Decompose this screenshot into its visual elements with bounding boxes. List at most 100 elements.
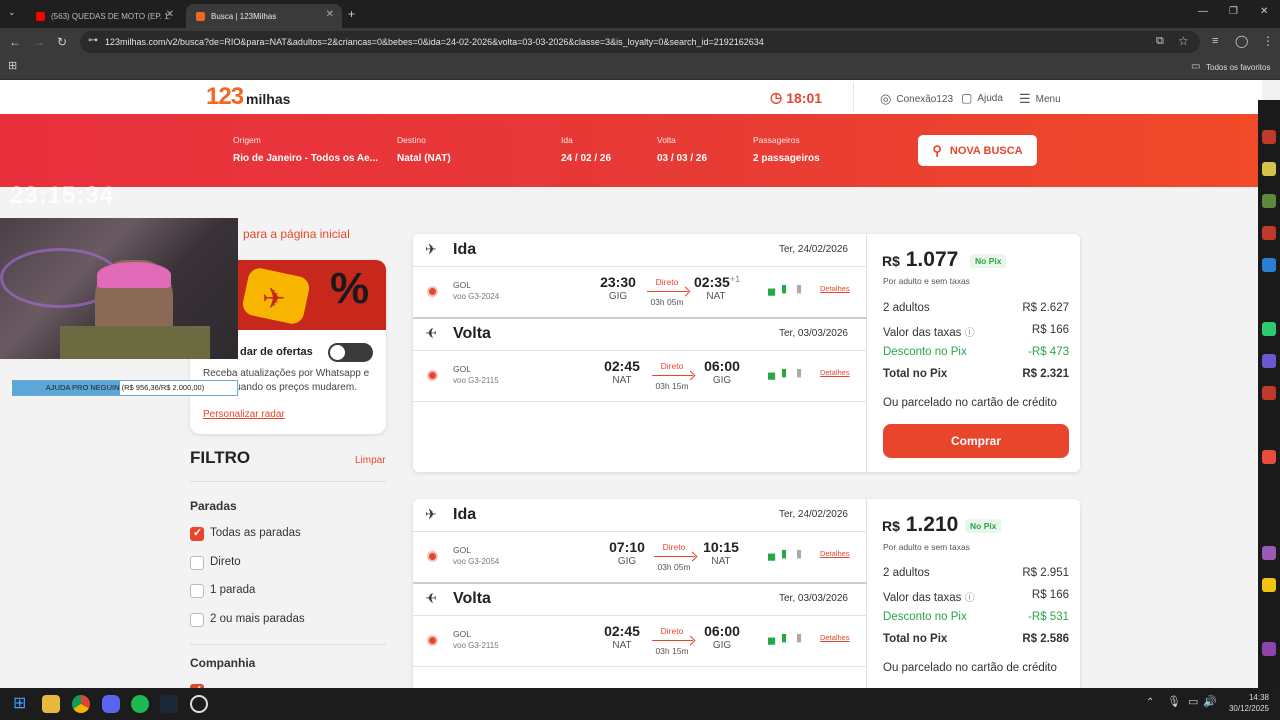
origem-label: Origem [233, 135, 261, 145]
back-icon[interactable]: ← [9, 36, 21, 48]
backpack-icon: ◼ [767, 635, 777, 647]
departure-airport: NAT [612, 375, 632, 386]
close-icon[interactable]: ✕ [326, 9, 334, 20]
limpar-filter-link[interactable]: Limpar [355, 455, 386, 466]
taxes-value: R$ 166 [1031, 324, 1069, 336]
checkbox-2-paradas[interactable] [190, 613, 204, 627]
app-icon [1262, 354, 1276, 368]
app-icon [1262, 386, 1276, 400]
all-bookmarks-link[interactable]: Todos os favoritos [1206, 63, 1270, 72]
profile-icon[interactable]: ◯ [1235, 35, 1248, 47]
logo[interactable]: 123 milhas [206, 83, 290, 111]
passageiros-value[interactable]: 2 passageiros [753, 153, 820, 164]
carry-on-icon: ▮ [781, 548, 788, 560]
chevron-up-icon[interactable]: ⌃ [1146, 698, 1154, 708]
new-tab-icon[interactable]: + [348, 8, 355, 20]
nav-menu[interactable]: ☰ Menu [1019, 91, 1061, 107]
ida-value[interactable]: 24 / 02 / 26 [561, 153, 611, 164]
maximize-icon[interactable]: ❐ [1229, 7, 1238, 17]
airline-name: GOL [453, 364, 471, 374]
nav-ajuda[interactable]: ▢ Ajuda [961, 91, 1003, 105]
header-divider [853, 82, 854, 112]
stream-side-panel [1258, 100, 1280, 688]
browser-tab-strip: ⌄ (563) QUEDAS DE MOTO (EP. 1: ✕ Busca |… [0, 0, 1280, 28]
flight-select-radio[interactable] [427, 635, 438, 646]
departure-airport: GIG [608, 291, 628, 302]
flight-select-radio[interactable] [427, 286, 438, 297]
checkbox-direto[interactable] [190, 556, 204, 570]
segment-date: Ter, 24/02/2026 [779, 244, 848, 255]
takeoff-icon: ✈ [425, 241, 437, 257]
toggle-knob [330, 345, 345, 360]
nova-busca-button[interactable]: ⚲ NOVA BUSCA [918, 135, 1037, 166]
taxes-label: Valor das taxas ⓘ [883, 324, 975, 339]
folder-icon: ▭ [1191, 61, 1201, 72]
total-value: R$ 2.321 [1022, 368, 1069, 380]
tab-youtube[interactable]: (563) QUEDAS DE MOTO (EP. 1: ✕ [26, 4, 182, 28]
checkbox-todas-paradas[interactable] [190, 526, 204, 541]
radar-toggle[interactable] [328, 343, 373, 362]
arrival-airport: GIG [712, 375, 732, 386]
reload-icon[interactable]: ↻ [57, 36, 67, 48]
discord-icon[interactable] [102, 695, 120, 713]
taxes-label-text: Valor das taxas [883, 327, 962, 339]
chrome-icon[interactable] [72, 695, 90, 713]
close-icon[interactable]: ✕ [166, 9, 174, 20]
forward-icon[interactable]: → [33, 36, 45, 48]
destino-value[interactable]: Natal (NAT) [397, 153, 451, 164]
percent-icon: % [330, 264, 370, 313]
nav-conexao123[interactable]: ◎ Conexão123 [880, 91, 953, 107]
microphone-icon[interactable]: 🎙 [1167, 697, 1181, 708]
spotify-icon[interactable] [131, 695, 149, 713]
flight-select-radio[interactable] [427, 370, 438, 381]
install-icon[interactable]: ⧉ [1156, 36, 1164, 47]
airline-name: GOL [453, 629, 471, 639]
price-per-adult: R$ 1.210 [882, 513, 958, 537]
minimize-icon[interactable]: — [1198, 7, 1208, 17]
back-to-home-link[interactable]: para a página inicial [243, 227, 350, 241]
radar-title: dar de ofertas [240, 346, 313, 358]
detalhes-link[interactable]: Detalhes [820, 633, 850, 642]
steam-icon[interactable] [160, 695, 178, 713]
more-menu-icon[interactable]: ⋮ [1262, 35, 1274, 47]
media-icon[interactable]: ≡ [1212, 36, 1218, 47]
departure-airport: NAT [612, 640, 632, 651]
currency: R$ [882, 253, 900, 269]
volta-value[interactable]: 03 / 03 / 26 [657, 153, 707, 164]
route-arrow [647, 291, 688, 292]
tab-search-icon[interactable]: ⌄ [8, 8, 16, 17]
apps-icon[interactable]: ⊞ [8, 61, 17, 72]
flight-select-radio[interactable] [427, 551, 438, 562]
checkbox-1-parada[interactable] [190, 584, 204, 598]
segment-title: Ida [453, 506, 477, 523]
filter-title: FILTRO [190, 448, 251, 467]
personalizar-radar-link[interactable]: Personalizar radar [203, 409, 285, 420]
tab-123milhas[interactable]: Busca | 123Milhas ✕ [186, 4, 342, 28]
arrival-airport: NAT [706, 291, 726, 302]
taskbar-clock[interactable]: 14:38 30/12/2025 [1215, 692, 1269, 714]
bookmark-star-icon[interactable]: ☆ [1178, 35, 1189, 47]
origem-value[interactable]: Rio de Janeiro - Todos os Ae... [233, 153, 378, 164]
carry-on-icon: ▮ [781, 283, 788, 295]
windows-start-icon[interactable]: ⊞ [13, 695, 31, 713]
obs-icon[interactable] [190, 695, 208, 713]
window-close-icon[interactable]: ✕ [1260, 7, 1268, 17]
url-input[interactable]: ⊶ 123milhas.com/v2/busca?de=RIO&para=NAT… [80, 31, 1200, 53]
comprar-button[interactable]: Comprar [883, 424, 1069, 458]
app-icon [1262, 130, 1276, 144]
detalhes-link[interactable]: Detalhes [820, 284, 850, 293]
site-header [0, 80, 1262, 114]
adults-label: 2 adultos [883, 302, 930, 314]
site-info-icon[interactable]: ⊶ [88, 36, 98, 46]
stream-clock: 23:15:34 [10, 182, 115, 209]
network-icon[interactable]: ▭ [1188, 697, 1198, 708]
price-value: 1.077 [905, 248, 959, 271]
pix-badge: No Pix [970, 254, 1007, 268]
detalhes-link[interactable]: Detalhes [820, 549, 850, 558]
detalhes-link[interactable]: Detalhes [820, 368, 850, 377]
file-explorer-icon[interactable] [42, 695, 60, 713]
search-icon: ⚲ [932, 142, 942, 158]
checked-bag-icon: ▮ [796, 548, 803, 560]
app-icon [1262, 226, 1276, 240]
checked-bag-icon: ▮ [796, 632, 803, 644]
